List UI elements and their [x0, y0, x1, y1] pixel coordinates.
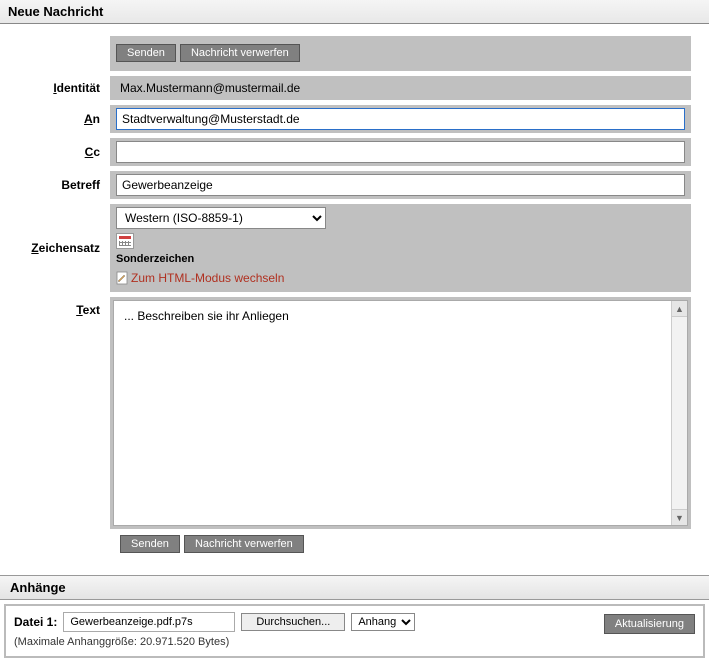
file1-label: Datei 1: — [14, 615, 57, 629]
pencil-icon — [116, 271, 128, 285]
attach-action-select[interactable]: Anhang — [351, 613, 415, 631]
discard-button-top[interactable]: Nachricht verwerfen — [180, 44, 300, 62]
cc-label: Cc — [10, 145, 110, 159]
discard-button-bottom[interactable]: Nachricht verwerfen — [184, 535, 304, 553]
text-label: Text — [10, 297, 110, 317]
browse-button[interactable]: Durchsuchen... — [241, 613, 345, 631]
scroll-down-icon[interactable]: ▼ — [671, 509, 687, 525]
update-button[interactable]: Aktualisierung — [604, 614, 695, 634]
to-label: An — [10, 112, 110, 126]
compose-window: Neue Nachricht Senden Nachricht verwerfe… — [0, 0, 709, 631]
charset-select[interactable]: Western (ISO-8859-1) — [116, 207, 326, 229]
window-title: Neue Nachricht — [0, 0, 709, 24]
special-chars-icon[interactable] — [116, 233, 134, 249]
send-button-top[interactable]: Senden — [116, 44, 176, 62]
attachments-panel: Aktualisierung Datei 1: Gewerbeanzeige.p… — [4, 604, 705, 658]
subject-input[interactable] — [116, 174, 685, 196]
max-size-text: (Maximale Anhanggröße: 20.971.520 Bytes) — [14, 636, 695, 648]
cc-input[interactable] — [116, 141, 685, 163]
identity-label: Identität — [10, 81, 110, 95]
send-button-bottom[interactable]: Senden — [120, 535, 180, 553]
html-mode-link[interactable]: Zum HTML-Modus wechseln — [116, 271, 685, 285]
body-textarea[interactable] — [114, 301, 671, 525]
attachments-title: Anhänge — [0, 575, 709, 600]
scroll-up-icon[interactable]: ▲ — [671, 301, 687, 317]
special-chars-label: Sonderzeichen — [116, 253, 685, 265]
charset-label: Zeichensatz — [10, 241, 110, 255]
identity-value: Max.Mustermann@mustermail.de — [116, 79, 685, 97]
compose-form: Senden Nachricht verwerfen Identität Max… — [0, 24, 709, 561]
to-input[interactable] — [116, 108, 685, 130]
scroll-track[interactable] — [671, 317, 687, 509]
subject-label: Betreff — [10, 178, 110, 192]
file1-name: Gewerbeanzeige.pdf.p7s — [63, 612, 235, 632]
body-wrap: ▲ ▼ — [113, 300, 688, 526]
